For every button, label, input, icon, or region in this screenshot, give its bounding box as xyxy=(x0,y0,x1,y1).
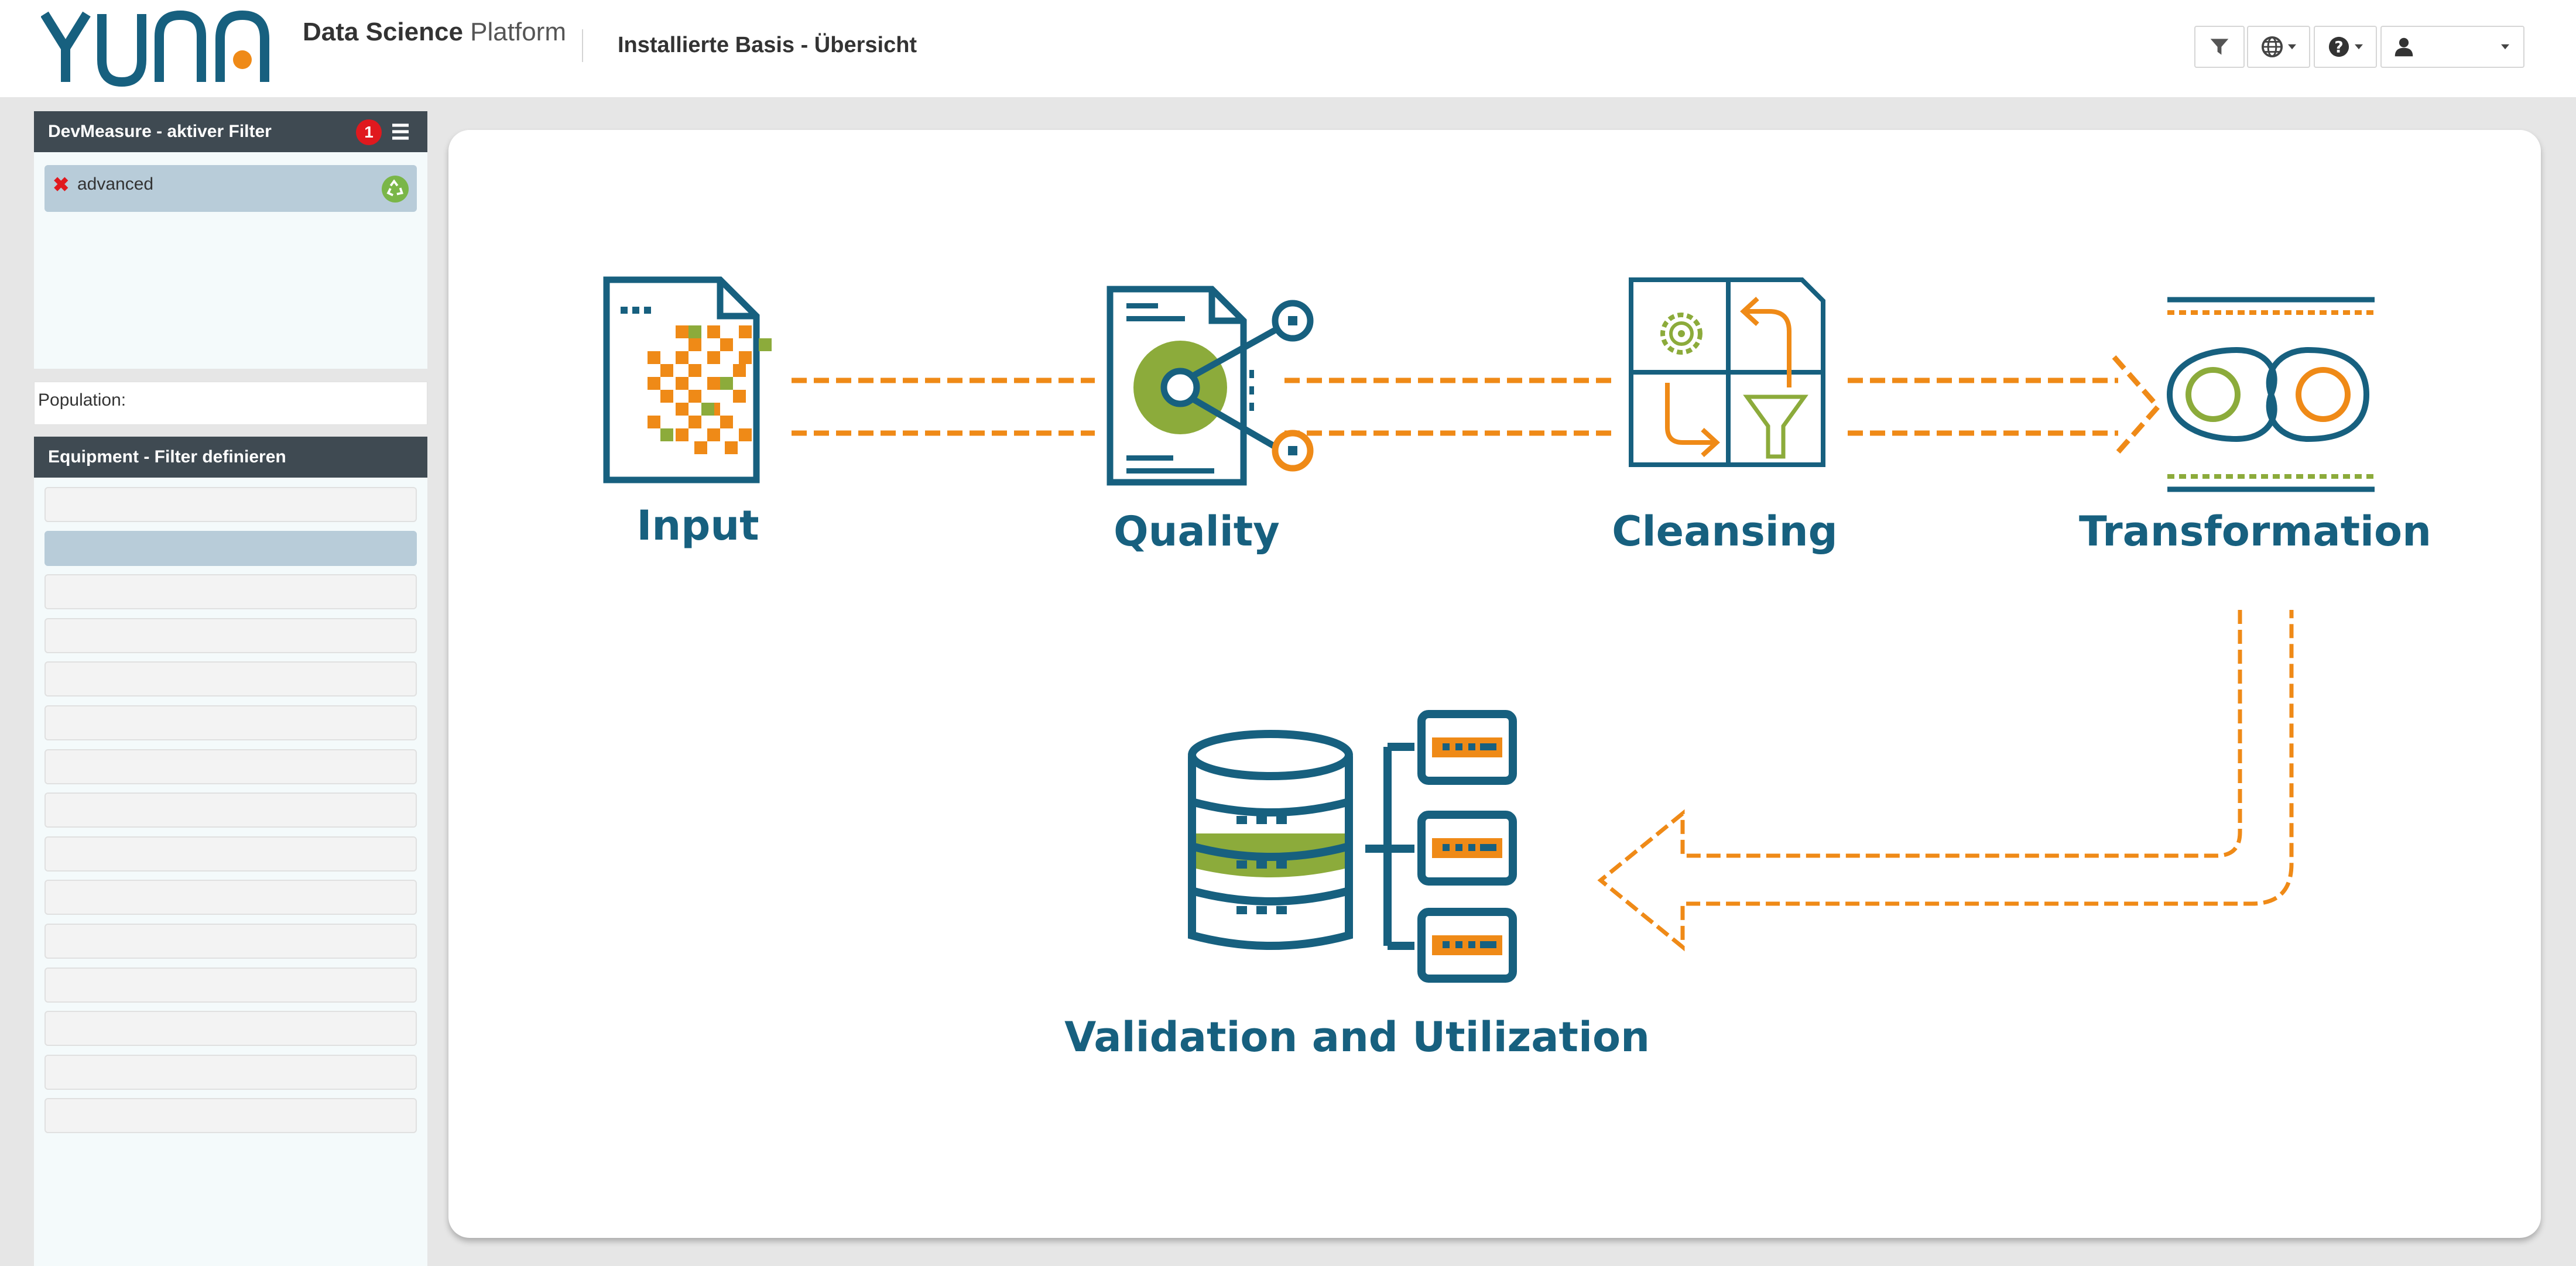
step-label-transformation: Transformation xyxy=(2079,507,2431,555)
header-divider xyxy=(582,29,583,62)
equipment-filter-row[interactable] xyxy=(44,749,417,784)
transformation-icon xyxy=(2166,297,2375,492)
active-filter-header: DevMeasure - aktiver Filter 1 xyxy=(34,111,427,152)
filter-chip-advanced[interactable]: ✖ advanced xyxy=(44,165,417,212)
help-button[interactable]: ? xyxy=(2314,26,2377,68)
equipment-filter-row[interactable] xyxy=(44,792,417,828)
connector-quality-cleansing xyxy=(1284,378,1615,436)
equipment-filter-row[interactable] xyxy=(44,1011,417,1047)
yuna-logo[interactable] xyxy=(41,11,269,87)
equipment-filter-row[interactable] xyxy=(44,836,417,872)
user-menu-button[interactable] xyxy=(2380,26,2524,68)
equipment-filter-header: Equipment - Filter definieren xyxy=(34,437,427,478)
quality-icon xyxy=(1107,286,1314,486)
filter-icon xyxy=(2210,39,2229,55)
equipment-filter-row[interactable] xyxy=(44,661,417,697)
brand-name: Data Science Platform xyxy=(303,18,566,46)
caret-down-icon xyxy=(2355,44,2363,50)
filter-button[interactable] xyxy=(2194,26,2245,68)
caret-down-icon xyxy=(2288,44,2296,50)
equipment-filter-row[interactable] xyxy=(44,1054,417,1090)
step-label-input: Input xyxy=(636,502,759,550)
step-label-validation: Validation and Utilization xyxy=(1064,1013,1650,1061)
equipment-filter-row[interactable] xyxy=(44,705,417,740)
connector-input-quality xyxy=(792,378,1095,436)
connector-cleansing-transformation xyxy=(1848,355,2162,458)
equipment-filter-row[interactable] xyxy=(44,1098,417,1134)
page-title: Installierte Basis - Übersicht xyxy=(618,33,917,57)
equipment-filter-row[interactable] xyxy=(44,924,417,959)
equipment-filter-row[interactable] xyxy=(44,574,417,610)
top-header: Data Science Platform Installierte Basis… xyxy=(0,0,2576,97)
equipment-filter-row[interactable] xyxy=(44,530,417,566)
validation-icon xyxy=(1188,710,1517,983)
return-arrow xyxy=(1597,610,2294,952)
population-label: Population: xyxy=(38,390,126,410)
equipment-filter-title: Equipment - Filter definieren xyxy=(48,447,286,466)
cleansing-icon xyxy=(1629,277,1825,467)
equipment-filter-row[interactable] xyxy=(44,880,417,915)
equipment-filter-row[interactable] xyxy=(44,967,417,1003)
process-diagram: .b { stroke: #17607f; fill: none; } .o {… xyxy=(603,276,2431,1061)
equipment-filter-row[interactable] xyxy=(44,617,417,653)
active-filter-title: DevMeasure - aktiver Filter xyxy=(48,122,272,141)
step-label-quality: Quality xyxy=(1114,507,1280,555)
overview-card: .b { stroke: #17607f; fill: none; } .o {… xyxy=(448,130,2541,1238)
filter-chip-label: advanced xyxy=(77,174,154,194)
step-label-cleansing: Cleansing xyxy=(1612,507,1838,555)
hamburger-menu-icon[interactable] xyxy=(391,122,410,141)
user-icon xyxy=(2395,37,2413,57)
filter-count-badge: 1 xyxy=(356,119,382,145)
language-button[interactable] xyxy=(2247,26,2310,68)
svg-text:?: ? xyxy=(2334,39,2343,57)
question-icon: ? xyxy=(2328,36,2349,57)
caret-down-icon xyxy=(2501,44,2509,50)
remove-filter-icon[interactable]: ✖ xyxy=(53,173,70,197)
recycle-icon[interactable] xyxy=(382,176,409,203)
globe-icon xyxy=(2261,36,2283,58)
population-box: Population: xyxy=(34,382,427,425)
equipment-filter-row[interactable] xyxy=(44,487,417,522)
input-icon xyxy=(603,276,772,483)
